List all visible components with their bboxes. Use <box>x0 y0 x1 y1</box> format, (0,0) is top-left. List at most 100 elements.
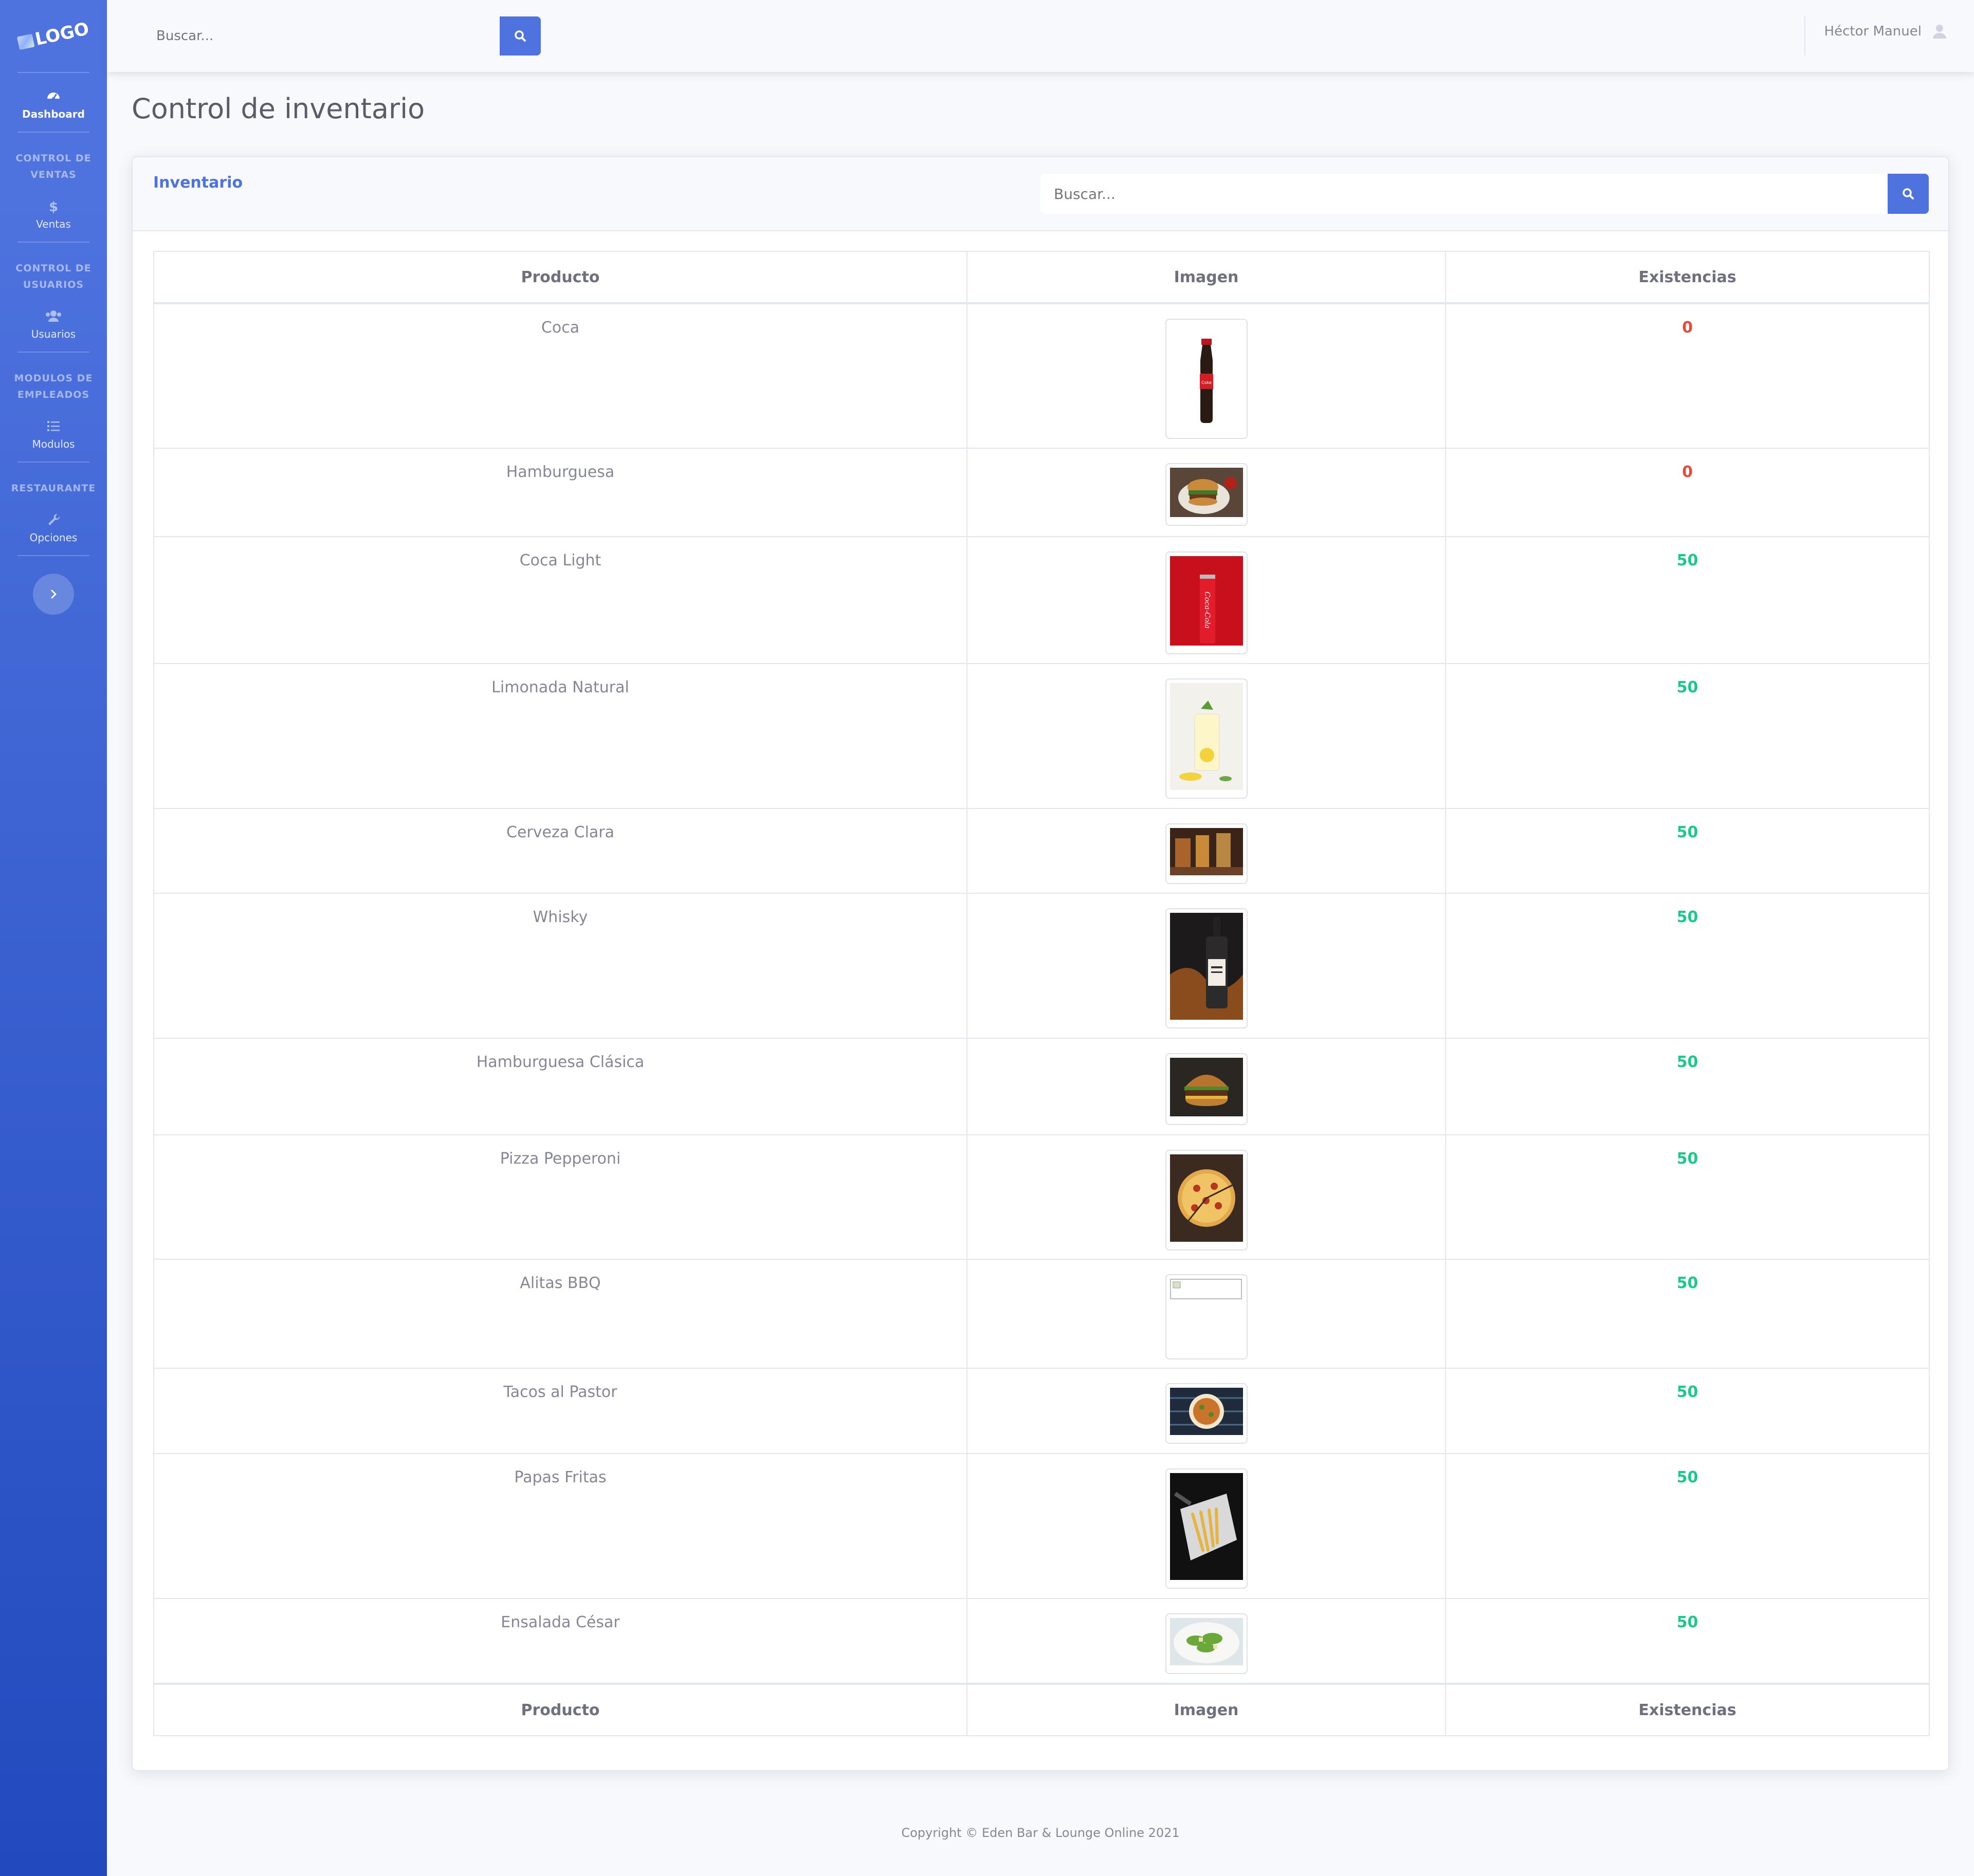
column-header-producto[interactable]: Producto <box>153 251 967 304</box>
stock-value: 50 <box>1676 1053 1698 1071</box>
svg-text:Coca-Cola: Coca-Cola <box>1203 592 1211 629</box>
image-cell <box>966 1134 1446 1260</box>
product-name: Cerveza Clara <box>153 808 967 894</box>
image-cell <box>966 448 1446 537</box>
stock-cell: 50 <box>1445 808 1930 894</box>
topbar-search-button[interactable] <box>500 16 541 56</box>
user-avatar-icon <box>1933 25 1946 39</box>
tachometer-icon <box>47 93 60 100</box>
product-name: Pizza Pepperoni <box>153 1134 967 1260</box>
topbar-search-input[interactable] <box>140 16 500 56</box>
product-name: Tacos al Pastor <box>153 1368 967 1454</box>
inventory-search-input[interactable] <box>1040 174 1888 214</box>
image-cell <box>966 1368 1446 1454</box>
stock-value: 50 <box>1676 823 1698 841</box>
sidebar-item-label: Ventas <box>36 218 71 230</box>
user-name: Héctor Manuel <box>1824 24 1922 39</box>
user-menu[interactable]: Héctor Manuel <box>1824 24 1947 39</box>
wrench-icon <box>48 513 60 525</box>
stock-value: 50 <box>1676 1383 1698 1401</box>
table-row: Alitas BBQ 50 <box>153 1259 1930 1369</box>
table-row: Whisky 50 <box>153 893 1930 1039</box>
tacos-image <box>1169 1388 1243 1435</box>
product-thumbnail: Coke <box>1165 319 1248 439</box>
coke-bottle-image: Coke <box>1169 323 1243 430</box>
stock-cell: 50 <box>1445 1259 1930 1369</box>
lemonade-image <box>1169 683 1243 790</box>
brand[interactable]: LOGO <box>0 0 107 72</box>
salad-image <box>1169 1618 1243 1665</box>
product-name: Coca Light <box>153 536 967 664</box>
image-cell <box>966 1453 1446 1599</box>
stock-value: 0 <box>1682 319 1693 337</box>
stock-cell: 50 <box>1445 1038 1930 1135</box>
sidebar-item-ventas[interactable]: $ Ventas <box>0 183 107 242</box>
stock-value: 50 <box>1676 678 1698 696</box>
product-thumbnail <box>1165 908 1248 1028</box>
table-row: Hamburguesa 0 <box>153 448 1930 537</box>
stock-value: 50 <box>1676 1274 1698 1292</box>
sidebar-item-label: Opciones <box>29 531 78 544</box>
table-row: Pizza Pepperoni 50 <box>153 1134 1930 1260</box>
product-thumbnail <box>1165 463 1248 526</box>
card-search <box>1040 174 1929 214</box>
stock-value: 0 <box>1682 463 1693 481</box>
stock-cell: 50 <box>1445 1598 1930 1684</box>
stock-cell: 50 <box>1445 893 1930 1039</box>
column-header-imagen[interactable]: Imagen <box>966 251 1446 304</box>
image-cell <box>966 808 1446 894</box>
svg-text:$: $ <box>49 199 58 214</box>
burger-plate-image <box>1169 468 1243 517</box>
chevron-right-icon <box>51 590 57 599</box>
sidebar-heading: CONTROL DE VENTAS <box>15 153 92 180</box>
sidebar-item-dashboard[interactable]: Dashboard <box>0 73 107 132</box>
product-name: Alitas BBQ <box>153 1259 967 1369</box>
logo-image-icon <box>16 33 35 50</box>
inventory-table: Producto Imagen Existencias Coca Coke 0 … <box>153 251 1930 1736</box>
product-name: Limonada Natural <box>153 663 967 809</box>
fries-image <box>1169 1473 1243 1580</box>
table-row: Papas Fritas 50 <box>153 1453 1930 1599</box>
product-thumbnail <box>1165 1468 1248 1589</box>
image-cell <box>966 1598 1446 1684</box>
search-icon <box>515 30 526 42</box>
sidebar-item-label: Modulos <box>32 438 75 450</box>
classic-burger-image <box>1169 1058 1243 1116</box>
image-cell <box>966 893 1446 1039</box>
sidebar-heading: RESTAURANTE <box>11 483 96 494</box>
users-icon <box>46 310 61 322</box>
stock-cell: 0 <box>1445 303 1930 449</box>
stock-cell: 0 <box>1445 448 1930 537</box>
card-title: Inventario <box>153 174 243 192</box>
table-row: Tacos al Pastor 50 <box>153 1368 1930 1454</box>
image-cell <box>966 663 1446 809</box>
logo: LOGO <box>16 19 91 53</box>
sidebar-item-modulos[interactable]: Modulos <box>0 403 107 462</box>
dollar-icon: $ <box>49 199 58 214</box>
beer-image <box>1169 828 1243 875</box>
product-thumbnail <box>1165 823 1248 884</box>
column-footer-existencias: Existencias <box>1445 1683 1930 1736</box>
product-name: Hamburguesa Clásica <box>153 1038 967 1135</box>
product-thumbnail: Coca-Cola <box>1165 551 1248 654</box>
sidebar-item-usuarios[interactable]: Usuarios <box>0 293 107 352</box>
stock-value: 50 <box>1676 1468 1698 1486</box>
product-thumbnail <box>1165 1150 1248 1250</box>
inventory-card: Inventario Producto Imagen Existencias C… <box>132 156 1949 1771</box>
topbar: Héctor Manuel <box>107 0 1974 72</box>
stock-cell: 50 <box>1445 1134 1930 1260</box>
card-header: Inventario <box>133 157 1948 231</box>
list-icon <box>47 421 60 431</box>
sidebar-item-opciones[interactable]: Opciones <box>0 496 107 555</box>
image-cell <box>966 1038 1446 1135</box>
stock-cell: 50 <box>1445 1368 1930 1454</box>
inventory-search-button[interactable] <box>1888 174 1929 214</box>
column-header-existencias[interactable]: Existencias <box>1445 251 1930 304</box>
sidebar-toggle-button[interactable] <box>33 574 74 615</box>
table-row: Coca Coke 0 <box>153 303 1930 449</box>
sidebar-item-label: Dashboard <box>22 108 85 120</box>
stock-cell: 50 <box>1445 1453 1930 1599</box>
stock-cell: 50 <box>1445 663 1930 809</box>
image-cell: Coca-Cola <box>966 536 1446 664</box>
sidebar-heading: MODULOS DE EMPLEADOS <box>14 373 93 400</box>
